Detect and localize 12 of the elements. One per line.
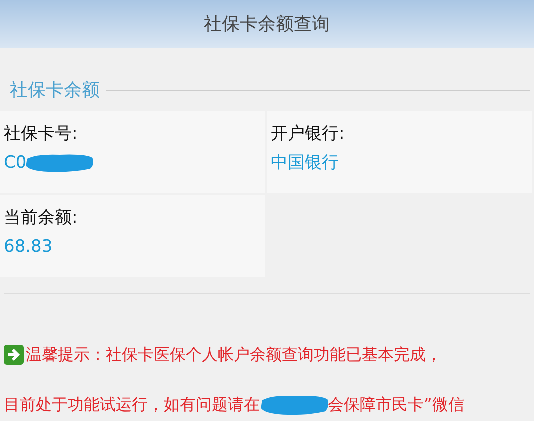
page-title: 社保卡余额查询: [204, 13, 330, 36]
field-label: 社保卡号:: [4, 123, 78, 146]
notice-text: 会保障市民卡”微信: [328, 394, 464, 416]
field-value: C0: [4, 152, 27, 175]
notice-text: 目前处于功能试运行，如有问题请在: [4, 394, 260, 416]
field-label: 开户银行:: [271, 123, 345, 146]
field-value: 中国银行: [271, 152, 339, 175]
field-value: 68.83: [4, 236, 53, 259]
notice-text: 温馨提示：社保卡医保个人帐户余额查询功能已基本完成，: [26, 344, 442, 366]
redaction-mark: [260, 394, 330, 416]
field-label: 当前余额:: [4, 207, 78, 230]
section-legend: 社保卡余额: [4, 78, 106, 102]
